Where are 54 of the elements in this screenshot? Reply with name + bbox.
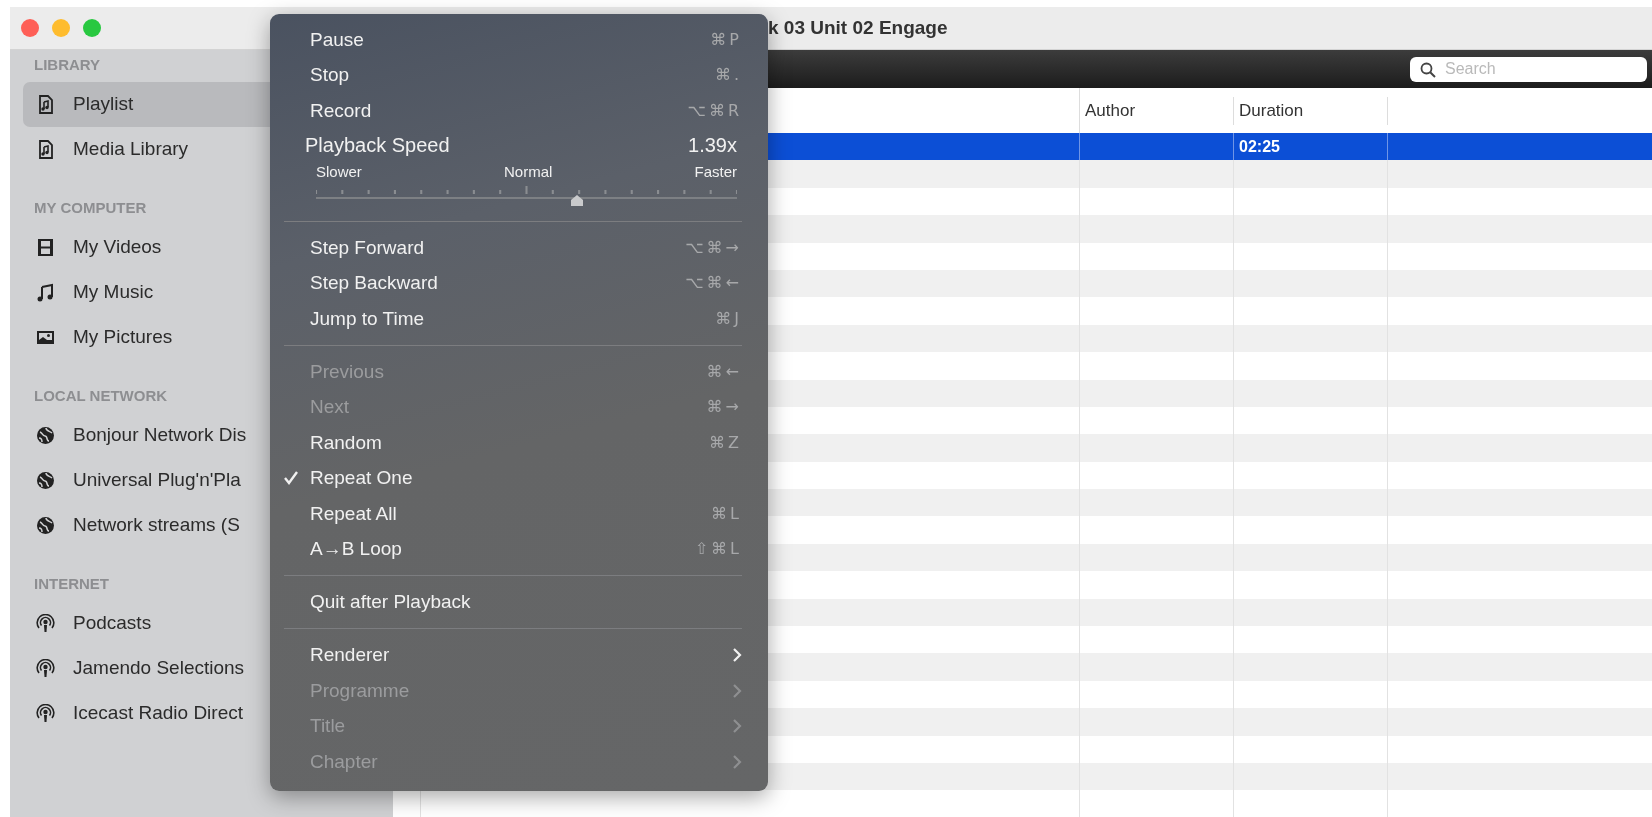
zoom-button[interactable] [83,19,101,37]
slider-thumb[interactable] [571,194,583,206]
image-icon [36,328,55,347]
column-header[interactable]: Duration [1234,96,1388,125]
shortcut-label: ⌘J [715,307,742,330]
shortcut-label: ⌘← [706,360,742,383]
shortcut-label: ⌘→ [706,396,742,419]
search-field[interactable]: Search [1410,56,1647,82]
shortcut-label: ⌘Z [709,431,742,454]
menu-item[interactable]: Random [310,428,382,457]
chevron-right-icon [732,647,742,664]
window-title: k 03 Unit 02 Engage [768,15,948,40]
section-header: MY COMPUTER [34,199,147,216]
submenu-item[interactable]: Renderer [310,641,390,670]
chevron-right-icon [732,753,742,770]
menu-item[interactable]: Step Backward [310,269,438,298]
menu-item[interactable]: Quit after Playback [310,588,471,617]
menu-item[interactable]: Repeat All [310,499,397,528]
speed-reading: 1.39x [688,132,738,158]
shortcut-label: ⌥⌘R [687,99,742,122]
music-note-icon [36,283,55,302]
podcast-icon [36,704,55,723]
globe-icon [36,516,55,535]
scale-label: Faster [694,161,737,182]
shortcut-label: ⌘L [711,502,742,525]
minimize-button[interactable] [52,19,70,37]
menu-item[interactable]: Step Forward [310,233,425,262]
scale-label: Normal [504,161,553,182]
globe-icon [36,426,55,445]
podcast-icon [36,614,55,633]
globe-icon [36,471,55,490]
menu-item[interactable]: Jump to Time [310,304,425,333]
chevron-right-icon [732,682,742,699]
menu-item[interactable]: Repeat One [310,464,413,493]
search-icon [1420,61,1436,78]
section-header: LOCAL NETWORK [34,387,168,404]
shortcut-label: ⌥⌘→ [685,236,742,259]
shortcut-label: ⌥⌘← [685,272,742,295]
column-header[interactable]: Author [1080,96,1234,125]
shortcut-label: ⌘P [710,28,742,51]
chevron-right-icon [732,718,742,735]
podcast-icon [36,659,55,678]
shortcut-label: ⇧⌘L [694,538,742,561]
menu-item[interactable]: Record [310,96,372,125]
document-music-icon [36,140,55,159]
document-music-icon [36,95,55,114]
film-icon [36,238,55,257]
shortcut-label: ⌘. [714,64,742,87]
section-header: LIBRARY [34,56,101,73]
section-header: INTERNET [34,575,109,592]
scale-label: Slower [316,161,362,182]
menu-item[interactable]: A→B Loop [310,535,402,564]
close-button[interactable] [21,19,39,37]
menu-item[interactable]: Pause [310,25,364,54]
